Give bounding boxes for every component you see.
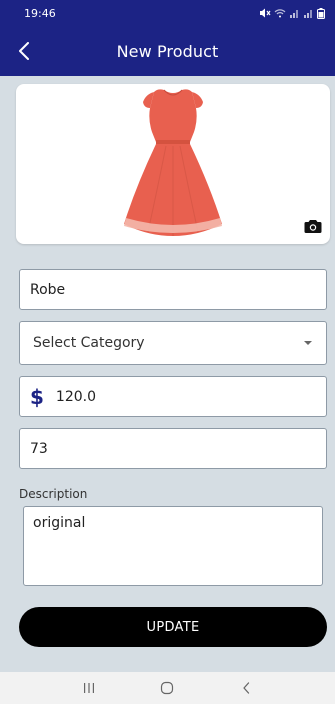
price-value: 120.0 [55, 388, 97, 405]
description-value: original [33, 515, 86, 531]
app-bar: New Product [0, 26, 335, 76]
battery-icon [317, 7, 325, 19]
signal-icon [290, 10, 298, 18]
back-button[interactable] [12, 39, 36, 63]
system-back-button[interactable] [236, 678, 256, 698]
home-icon [161, 681, 174, 695]
description-label: Description [19, 487, 88, 501]
description-textarea[interactable]: original [23, 506, 323, 586]
page-title: New Product [116, 41, 219, 61]
signal-icon [304, 10, 312, 18]
quantity-field[interactable]: 73 [19, 428, 327, 469]
mute-icon [260, 8, 271, 18]
camera-icon [304, 220, 322, 233]
wifi-icon [274, 9, 286, 18]
home-button[interactable] [157, 678, 177, 698]
product-image-card[interactable] [16, 84, 330, 244]
category-dropdown[interactable]: Select Category [19, 321, 327, 365]
recent-apps-icon [84, 683, 95, 693]
change-photo-button[interactable] [304, 218, 322, 234]
price-field[interactable]: $ 120.0 [19, 376, 327, 417]
status-time: 19:46 [24, 6, 56, 20]
dollar-icon: $ [30, 384, 44, 409]
quantity-value: 73 [30, 440, 48, 457]
category-value: Select Category [33, 335, 145, 351]
update-button[interactable]: UPDATE [19, 607, 327, 647]
arrow-left-icon [19, 42, 29, 60]
product-image [124, 89, 222, 236]
product-name-value: Robe [30, 281, 66, 298]
screen: 19:46 New Product Robe Select Category $… [0, 0, 335, 704]
status-icons [259, 7, 325, 19]
recent-apps-button[interactable] [79, 678, 99, 698]
back-icon [243, 682, 249, 694]
status-bar: 19:46 [0, 0, 335, 26]
navigation-bar [0, 672, 335, 704]
product-name-field[interactable]: Robe [19, 269, 327, 310]
caret-down-icon [304, 341, 312, 345]
